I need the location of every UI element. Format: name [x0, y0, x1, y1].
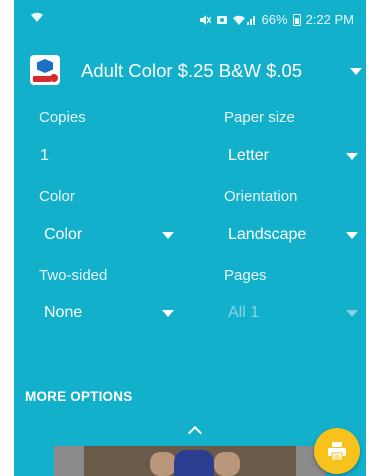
chevron-up-icon[interactable]: [187, 425, 203, 441]
pages-value: All 1: [228, 304, 260, 321]
status-bar: 66% 2:22 PM: [14, 0, 366, 40]
chevron-down-icon[interactable]: [350, 68, 362, 75]
chevron-down-icon: [346, 310, 358, 317]
print-dialog: 66% 2:22 PM Adult Color $.25 B&W $.05 Co…: [14, 0, 366, 476]
two-sided-label: Two-sided: [39, 267, 108, 284]
chevron-down-icon: [162, 232, 174, 239]
print-icon: [328, 442, 346, 461]
orientation-value: Landscape: [228, 226, 307, 243]
two-sided-value: None: [44, 304, 83, 321]
battery-percent: 66%: [261, 12, 288, 27]
chevron-down-icon: [162, 310, 174, 317]
print-button[interactable]: [314, 428, 360, 474]
pages-label: Pages: [224, 267, 267, 284]
battery-icon: [292, 13, 301, 26]
wifi-signal-icon: [232, 14, 257, 26]
printer-selector[interactable]: Adult Color $.25 B&W $.05: [14, 52, 366, 92]
notification-icon: [216, 14, 228, 26]
copies-input[interactable]: 1: [40, 147, 49, 165]
more-options-button[interactable]: MORE OPTIONS: [25, 389, 132, 404]
paper-size-label: Paper size: [224, 109, 295, 126]
orientation-label: Orientation: [224, 188, 298, 205]
clock: 2:22 PM: [305, 12, 354, 27]
printer-app-icon: [30, 55, 60, 85]
copies-label: Copies: [39, 109, 86, 126]
chevron-down-icon: [346, 232, 358, 239]
color-value: Color: [44, 226, 83, 243]
printer-name: Adult Color $.25 B&W $.05: [81, 60, 303, 81]
paper-size-value: Letter: [228, 147, 269, 164]
mute-icon: [199, 14, 211, 26]
print-preview: [54, 446, 326, 476]
wifi-icon: [30, 11, 44, 26]
color-label: Color: [39, 188, 75, 205]
chevron-down-icon: [346, 153, 358, 160]
